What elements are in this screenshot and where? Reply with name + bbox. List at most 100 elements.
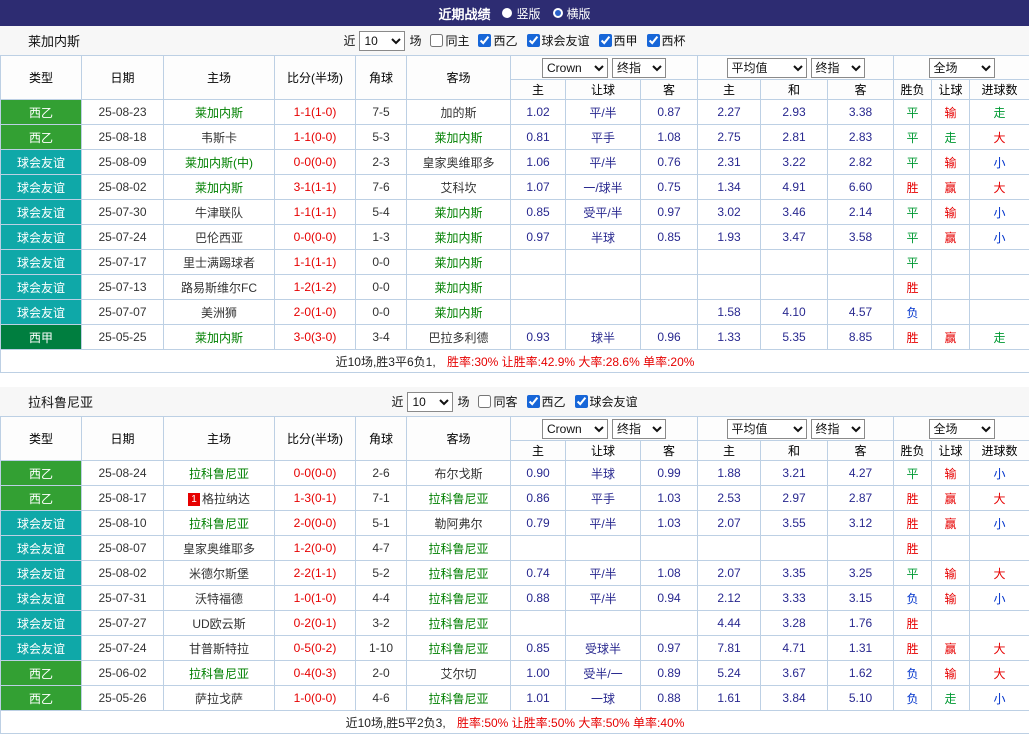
home-team-name[interactable]: 米德尔斯堡 — [189, 567, 249, 581]
score[interactable]: 2-0(0-0) — [275, 511, 356, 536]
filter-checkbox-同客[interactable]: 同客 — [478, 393, 517, 410]
score[interactable]: 1-1(1-0) — [275, 100, 356, 125]
filter-checkbox-同主[interactable]: 同主 — [430, 32, 469, 49]
checkbox-input[interactable] — [478, 34, 491, 47]
home-team-name[interactable]: 路易斯维尔FC — [181, 281, 257, 295]
table-row: 西乙25-08-24拉科鲁尼亚0-0(0-0)2-6布尔戈斯0.90半球0.99… — [1, 461, 1029, 486]
score[interactable]: 1-0(1-0) — [275, 586, 356, 611]
away-team-name[interactable]: 勒阿弗尔 — [434, 517, 482, 531]
score[interactable]: 0-2(0-1) — [275, 611, 356, 636]
avg-draw: 3.55 — [761, 511, 828, 536]
fulltime-select[interactable]: 全场 — [929, 58, 995, 78]
away-team-name[interactable]: 加的斯 — [440, 106, 476, 120]
home-team-name[interactable]: 韦斯卡 — [201, 131, 237, 145]
away-team-name[interactable]: 拉科鲁尼亚 — [428, 567, 488, 581]
home-team-name[interactable]: 萨拉戈萨 — [195, 692, 243, 706]
average-select[interactable]: 平均值 — [727, 419, 807, 439]
home-team-name[interactable]: 莱加内斯 — [195, 181, 243, 195]
away-team-name[interactable]: 莱加内斯 — [434, 231, 482, 245]
score[interactable]: 1-2(1-2) — [275, 275, 356, 300]
away-team-name[interactable]: 莱加内斯 — [434, 131, 482, 145]
home-team-name[interactable]: 拉科鲁尼亚 — [189, 667, 249, 681]
checkbox-input[interactable] — [599, 34, 612, 47]
odds-home: 1.01 — [511, 686, 566, 711]
away-team-name[interactable]: 莱加内斯 — [434, 256, 482, 270]
away-team-name[interactable]: 拉科鲁尼亚 — [428, 617, 488, 631]
score[interactable]: 0-4(0-3) — [275, 661, 356, 686]
score[interactable]: 3-0(3-0) — [275, 325, 356, 350]
avg-away: 5.10 — [828, 686, 894, 711]
odds-type-select[interactable]: 终指 — [612, 419, 666, 439]
home-team-name[interactable]: 拉科鲁尼亚 — [189, 467, 249, 481]
home-team-name[interactable]: 拉科鲁尼亚 — [189, 517, 249, 531]
score[interactable]: 0-0(0-0) — [275, 461, 356, 486]
score[interactable]: 0-5(0-2) — [275, 636, 356, 661]
away-team-name[interactable]: 拉科鲁尼亚 — [428, 542, 488, 556]
away-team-name[interactable]: 莱加内斯 — [434, 206, 482, 220]
odds-type-select[interactable]: 终指 — [612, 58, 666, 78]
score[interactable]: 1-0(0-0) — [275, 686, 356, 711]
recent-count-select[interactable]: 10 — [407, 392, 453, 412]
avg-home — [698, 250, 761, 275]
away-team-name[interactable]: 巴拉多利德 — [428, 331, 488, 345]
filter-checkbox-西乙[interactable]: 西乙 — [478, 32, 517, 49]
away-team-name[interactable]: 莱加内斯 — [434, 306, 482, 320]
away-team-cell: 拉科鲁尼亚 — [407, 486, 511, 511]
home-team-name[interactable]: 莱加内斯 — [195, 106, 243, 120]
away-team-name[interactable]: 拉科鲁尼亚 — [428, 592, 488, 606]
radio-unselected-icon[interactable] — [502, 8, 512, 18]
score[interactable]: 3-1(1-1) — [275, 175, 356, 200]
filter-checkbox-球会友谊[interactable]: 球会友谊 — [527, 32, 590, 49]
home-team-name[interactable]: 沃特福德 — [195, 592, 243, 606]
fulltime-select[interactable]: 全场 — [929, 419, 995, 439]
filter-checkbox-西杯[interactable]: 西杯 — [647, 32, 686, 49]
avg-odds-type-select[interactable]: 终指 — [811, 419, 865, 439]
score[interactable]: 1-1(0-0) — [275, 125, 356, 150]
checkbox-input[interactable] — [527, 34, 540, 47]
recent-count-select[interactable]: 10 — [359, 31, 405, 51]
score[interactable]: 2-0(1-0) — [275, 300, 356, 325]
layout-option-vertical[interactable]: 竖版 — [502, 5, 540, 22]
filter-checkbox-西乙[interactable]: 西乙 — [527, 393, 566, 410]
away-team-name[interactable]: 拉科鲁尼亚 — [428, 642, 488, 656]
away-team-name[interactable]: 艾科坎 — [440, 181, 476, 195]
home-team-name[interactable]: 格拉纳达 — [202, 492, 250, 506]
filter-checkbox-球会友谊[interactable]: 球会友谊 — [575, 393, 638, 410]
score[interactable]: 1-1(1-1) — [275, 200, 356, 225]
away-team-name[interactable]: 拉科鲁尼亚 — [428, 492, 488, 506]
score[interactable]: 1-3(0-1) — [275, 486, 356, 511]
radio-selected-icon[interactable] — [553, 8, 563, 18]
score[interactable]: 1-1(1-1) — [275, 250, 356, 275]
result-handicap: 走 — [932, 686, 970, 711]
home-team-name[interactable]: 莱加内斯 — [195, 331, 243, 345]
checkbox-input[interactable] — [478, 395, 491, 408]
checkbox-input[interactable] — [575, 395, 588, 408]
bookmaker-select[interactable]: Crown — [542, 58, 608, 78]
average-select[interactable]: 平均值 — [727, 58, 807, 78]
away-team-name[interactable]: 皇家奥维耶多 — [422, 156, 494, 170]
corner-score: 4-4 — [356, 586, 407, 611]
checkbox-input[interactable] — [430, 34, 443, 47]
away-team-name[interactable]: 布尔戈斯 — [434, 467, 482, 481]
checkbox-input[interactable] — [647, 34, 660, 47]
filter-checkbox-西甲[interactable]: 西甲 — [599, 32, 638, 49]
avg-odds-type-select[interactable]: 终指 — [811, 58, 865, 78]
home-team-name[interactable]: 美洲狮 — [201, 306, 237, 320]
home-team-name[interactable]: 里士满踢球者 — [183, 256, 255, 270]
home-team-name[interactable]: 巴伦西亚 — [195, 231, 243, 245]
score[interactable]: 2-2(1-1) — [275, 561, 356, 586]
layout-option-horizontal[interactable]: 横版 — [553, 5, 591, 22]
score[interactable]: 1-2(0-0) — [275, 536, 356, 561]
home-team-name[interactable]: 皇家奥维耶多 — [183, 542, 255, 556]
away-team-name[interactable]: 拉科鲁尼亚 — [428, 692, 488, 706]
home-team-name[interactable]: 甘普斯特拉 — [189, 642, 249, 656]
score[interactable]: 0-0(0-0) — [275, 150, 356, 175]
bookmaker-select[interactable]: Crown — [542, 419, 608, 439]
home-team-name[interactable]: 莱加内斯(中) — [185, 156, 253, 170]
home-team-name[interactable]: UD欧云斯 — [192, 617, 245, 631]
away-team-name[interactable]: 莱加内斯 — [434, 281, 482, 295]
away-team-name[interactable]: 艾尔切 — [440, 667, 476, 681]
score[interactable]: 0-0(0-0) — [275, 225, 356, 250]
home-team-name[interactable]: 牛津联队 — [195, 206, 243, 220]
checkbox-input[interactable] — [527, 395, 540, 408]
